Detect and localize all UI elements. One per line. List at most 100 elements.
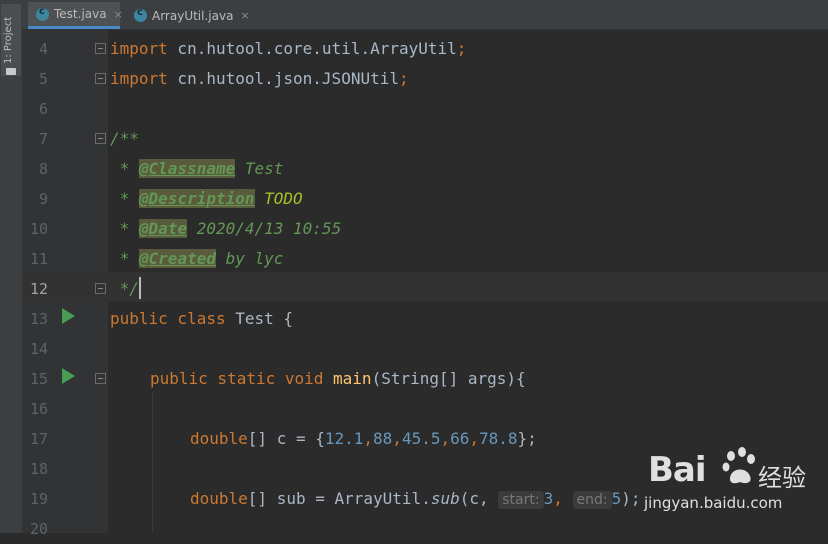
doc-star: * (110, 219, 139, 238)
doc-comment-open: /** (110, 129, 139, 148)
run-class-icon[interactable] (62, 308, 75, 324)
comma: , (363, 429, 374, 448)
doc-value: by lyc (215, 249, 284, 268)
method-name: main (333, 369, 372, 388)
import-path: cn.hutool.json.JSONUtil (167, 69, 399, 88)
number-literal: 78.8 (479, 429, 518, 448)
method-params: (String[] args){ (371, 369, 526, 388)
code-line-5[interactable]: import cn.hutool.json.JSONUtil; (110, 64, 409, 94)
number-literal: 45.5 (401, 429, 441, 448)
line-number: 20 (29, 520, 48, 538)
tab-test-java[interactable]: Test.java × (28, 2, 123, 29)
line-number: 14 (29, 340, 48, 358)
doc-star: * (110, 189, 139, 208)
run-main-icon[interactable] (62, 368, 75, 384)
code-line-12[interactable]: */ (110, 274, 139, 304)
current-line-highlight (22, 272, 828, 302)
fold-toggle-icon[interactable] (95, 133, 106, 144)
close-icon[interactable]: × (114, 8, 123, 21)
java-class-icon (134, 7, 147, 22)
number-literal: 88 (373, 429, 393, 448)
call-args: (c, (459, 489, 499, 508)
code-line-17[interactable]: double[] c = {12.1,88,45.5,66,78.8}; (190, 424, 537, 454)
line-number-current: 12 (29, 280, 48, 298)
doc-star: * (110, 159, 139, 178)
doc-tag: @Classname (138, 159, 236, 178)
project-tool-label: 1: Project (3, 16, 14, 64)
code-line-7[interactable]: /** (110, 124, 139, 154)
line-number: 4 (38, 40, 48, 58)
line-number: 16 (29, 400, 48, 418)
decl: [] c = { (247, 429, 325, 448)
comma: , (392, 429, 402, 448)
line-number: 5 (38, 70, 48, 88)
number-literal: 5 (611, 489, 622, 508)
code-line-11[interactable]: * @Created by lyc (110, 244, 283, 274)
number-literal: 66 (450, 429, 470, 448)
class-decl: Test { (225, 309, 294, 328)
comma: , (469, 429, 480, 448)
doc-todo: TODO (254, 189, 303, 208)
code-line-9[interactable]: * @Description TODO (110, 184, 303, 214)
java-class-icon (36, 6, 49, 21)
side-tool-strip: 1: Project (0, 0, 23, 533)
keyword: import (110, 69, 168, 88)
fold-toggle-icon[interactable] (95, 73, 106, 84)
watermark-brand-cn: 经验 (758, 464, 806, 492)
line-number: 15 (29, 370, 48, 388)
line-number: 13 (29, 310, 48, 328)
param-hint-start: start: (498, 491, 544, 509)
keyword: double (190, 489, 248, 508)
semicolon: ; (456, 39, 467, 58)
baidu-jingyan-watermark: Bai 经验 jingyan.baidu.com (638, 440, 818, 520)
fold-toggle-icon[interactable] (95, 43, 106, 54)
code-line-8[interactable]: * @Classname Test (110, 154, 283, 184)
code-line-4[interactable]: import cn.hutool.core.util.ArrayUtil; (110, 34, 466, 64)
watermark-brand: Bai (648, 450, 707, 490)
code-line-15[interactable]: public static void main(String[] args){ (150, 364, 526, 394)
baidu-paw-icon (722, 447, 755, 484)
line-number: 6 (38, 100, 48, 118)
fold-toggle-icon[interactable] (95, 373, 106, 384)
doc-tag: @Date (138, 219, 188, 238)
decl: [] sub = ArrayUtil. (247, 489, 431, 508)
code-line-10[interactable]: * @Date 2020/4/13 10:55 (110, 214, 341, 244)
editor-tab-bar: Test.java × ArrayUtil.java × (22, 0, 828, 30)
tab-label: ArrayUtil.java (152, 8, 234, 23)
line-number: 17 (29, 430, 48, 448)
line-number: 18 (29, 460, 48, 478)
close-icon[interactable]: × (240, 9, 249, 22)
number-literal: 3 (543, 489, 554, 508)
project-tool-tab[interactable]: 1: Project (1, 4, 21, 76)
static-method: sub (430, 489, 460, 508)
line-number: 9 (38, 190, 48, 208)
code-line-13[interactable]: public class Test { (110, 304, 293, 334)
line-number: 19 (29, 490, 48, 508)
tab-arrayutil-java[interactable]: ArrayUtil.java × (126, 2, 250, 29)
import-path: cn.hutool.core.util.ArrayUtil (167, 39, 457, 58)
keyword: public class (110, 309, 226, 328)
tab-label: Test.java (54, 7, 107, 21)
line-number: 11 (29, 250, 48, 268)
doc-star: * (110, 249, 139, 268)
param-hint-end: end: (572, 491, 612, 509)
keyword: public static void (150, 369, 324, 388)
line-number: 10 (29, 220, 48, 238)
keyword: import (110, 39, 168, 58)
code-line-19[interactable]: double[] sub = ArrayUtil.sub(c, start: 3,… (190, 484, 641, 514)
folder-icon (6, 68, 16, 75)
comma: , (440, 429, 451, 448)
comma: , (553, 489, 573, 508)
doc-tag: @Created (138, 249, 216, 268)
doc-value: Test (235, 159, 284, 178)
keyword: double (190, 429, 248, 448)
number-literal: 12.1 (324, 429, 364, 448)
doc-comment-close: */ (110, 279, 139, 298)
doc-value: 2020/4/13 10:55 (187, 219, 342, 238)
fold-toggle-icon[interactable] (95, 283, 106, 294)
doc-tag: @Description (138, 189, 255, 208)
semicolon: ; (398, 69, 409, 88)
indent-guide (152, 392, 153, 533)
decl-end: }; (517, 429, 537, 448)
line-number: 8 (38, 160, 48, 178)
